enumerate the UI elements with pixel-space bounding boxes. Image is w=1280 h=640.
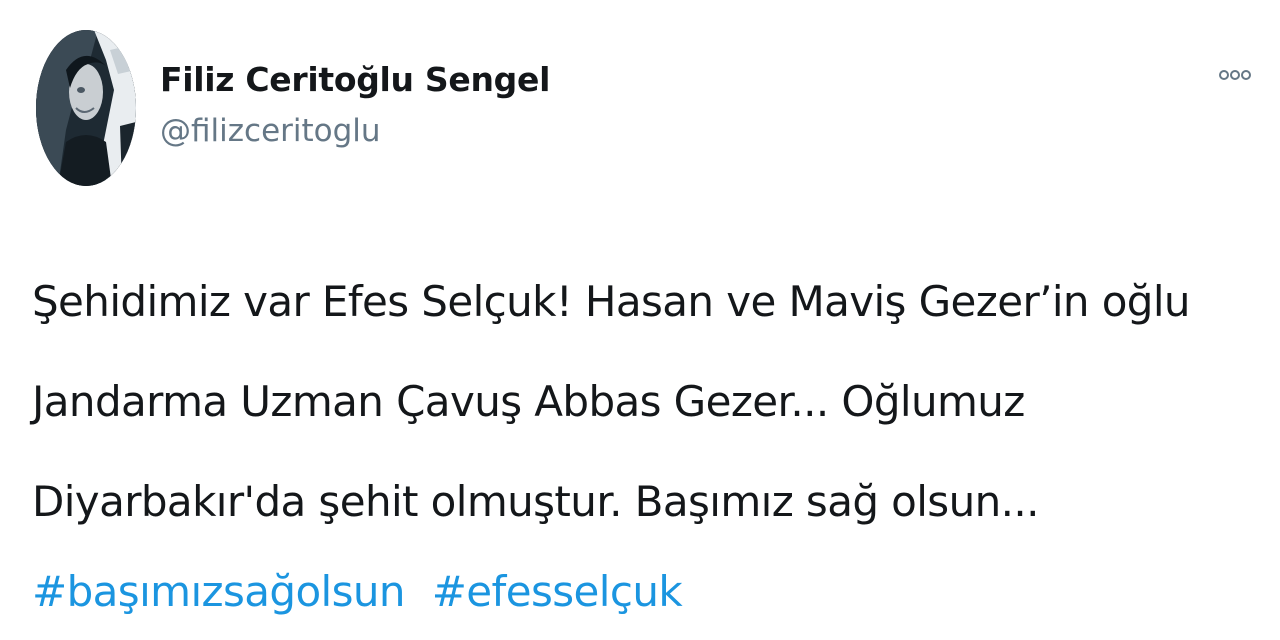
hashtag-link[interactable]: #efesselçuk bbox=[432, 567, 683, 616]
tweet-card: Filiz Ceritoğlu Sengel @filizceritoglu Ş… bbox=[0, 0, 1280, 640]
author-info: Filiz Ceritoğlu Sengel @filizceritoglu bbox=[160, 52, 550, 154]
author-avatar[interactable] bbox=[36, 30, 136, 186]
more-options-button[interactable] bbox=[1210, 58, 1260, 92]
tweet-text-line: Şehidimiz var Efes Selçuk! Hasan ve Mavi… bbox=[32, 277, 1191, 326]
more-options-icon bbox=[1219, 70, 1251, 80]
tweet-text-line: Jandarma Uzman Çavuş Abbas Gezer... Oğlu… bbox=[32, 377, 1025, 426]
hashtag-link[interactable]: #başımızsağolsun bbox=[32, 567, 406, 616]
author-handle[interactable]: @filizceritoglu bbox=[160, 108, 550, 154]
tweet-text: Şehidimiz var Efes Selçuk! Hasan ve Mavi… bbox=[32, 252, 1272, 552]
hashtag-list: #başımızsağolsun #efesselçuk bbox=[32, 552, 683, 632]
tweet-text-line: Diyarbakır'da şehit olmuştur. Başımız sa… bbox=[32, 477, 1039, 526]
author-display-name[interactable]: Filiz Ceritoğlu Sengel bbox=[160, 52, 550, 108]
profile-photo-icon bbox=[36, 30, 136, 186]
